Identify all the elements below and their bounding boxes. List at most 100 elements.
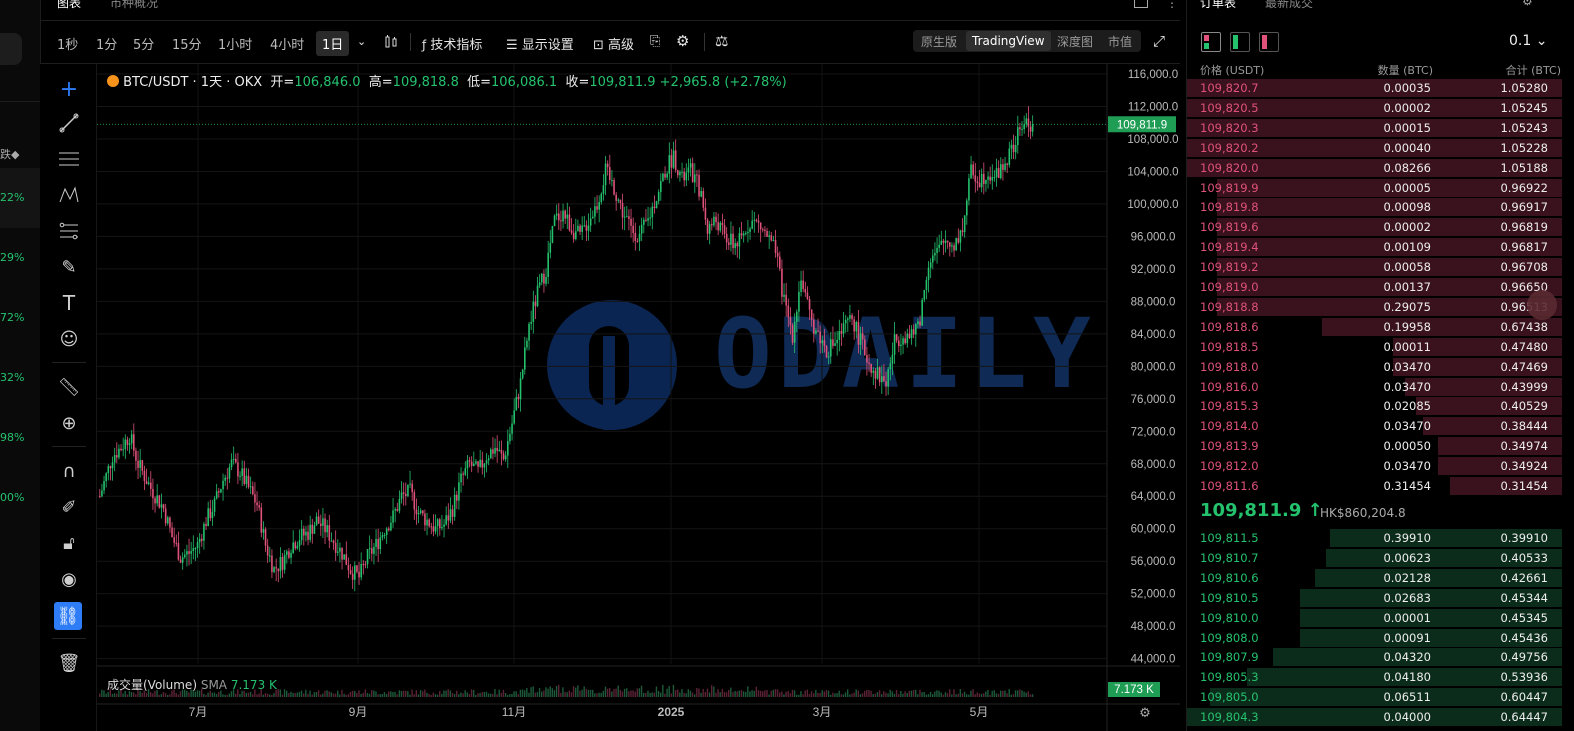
view-native[interactable]: 原生版 — [921, 33, 957, 50]
change-pct: 00% — [0, 491, 25, 504]
bid-row[interactable]: 109,810.6 0.02128 0.42661 — [1187, 568, 1562, 588]
candle-body — [602, 185, 605, 194]
ask-row[interactable]: 109,818.5 0.00011 0.47480 — [1187, 337, 1562, 357]
pencil-lock-icon[interactable]: ✐ — [56, 494, 82, 520]
timeframe-1h[interactable]: 1小时 — [218, 34, 252, 53]
bid-row[interactable]: 109,805.0 0.06511 0.60447 — [1187, 687, 1562, 707]
ask-row[interactable]: 109,820.7 0.00035 1.05280 — [1187, 78, 1562, 98]
gear-icon[interactable]: ⚙ — [676, 32, 689, 50]
ask-row[interactable]: 109,820.2 0.00040 1.05228 — [1187, 138, 1562, 158]
settings-icon[interactable]: ⚙ — [1522, 0, 1533, 8]
floating-badge[interactable] — [1527, 290, 1557, 320]
bid-row[interactable]: 109,805.3 0.04180 0.53936 — [1187, 667, 1562, 687]
tab-trades[interactable]: 最新成交 — [1265, 0, 1313, 11]
more-icon[interactable]: ⋮ — [1166, 0, 1178, 10]
ask-row[interactable]: 109,819.2 0.00058 0.96708 — [1187, 257, 1562, 277]
trash-icon[interactable]: 🗑︎ — [56, 650, 82, 676]
candle-body — [776, 252, 779, 257]
lock-icon[interactable]: 🔓︎ — [56, 530, 82, 556]
search-pill[interactable] — [0, 33, 22, 65]
fib-icon[interactable] — [56, 218, 82, 244]
ask-row[interactable]: 109,818.0 0.03470 0.47469 — [1187, 357, 1562, 377]
ask-row[interactable]: 109,819.6 0.00002 0.96819 — [1187, 217, 1562, 237]
ask-row[interactable]: 109,820.3 0.00015 1.05243 — [1187, 118, 1562, 138]
bid-row[interactable]: 109,810.0 0.00001 0.45345 — [1187, 608, 1562, 628]
candle-body — [445, 515, 447, 525]
tick-size-select[interactable]: 0.1 ⌄ — [1509, 33, 1547, 49]
ask-row[interactable]: 109,812.0 0.03470 0.34924 — [1187, 456, 1562, 476]
timeframe-1s[interactable]: 1秒 — [57, 34, 78, 53]
candle-body — [927, 267, 930, 280]
ask-row[interactable]: 109,813.9 0.00050 0.34974 — [1187, 436, 1562, 456]
volume-bar — [970, 690, 972, 697]
view-tradingview[interactable]: TradingView — [966, 31, 1051, 51]
scale-icon[interactable]: ⚖ — [715, 32, 728, 50]
crosshair-icon[interactable]: + — [56, 76, 82, 102]
tab-chart[interactable]: 图表 — [57, 0, 81, 11]
candle-body — [432, 526, 435, 532]
expand-icon[interactable]: ⤢ — [1153, 32, 1165, 50]
ruler-icon[interactable]: 📏︎ — [56, 374, 82, 400]
ask-row[interactable]: 109,811.6 0.31454 0.31454 — [1187, 476, 1562, 496]
ask-row[interactable]: 109,819.9 0.00005 0.96922 — [1187, 178, 1562, 198]
bid-row[interactable]: 109,810.7 0.00623 0.40533 — [1187, 548, 1562, 568]
view-marketcap[interactable]: 市值 — [1108, 33, 1132, 50]
candle-body — [252, 486, 254, 495]
bid-row[interactable]: 109,811.5 0.39910 0.39910 — [1187, 528, 1562, 548]
volume-bar — [377, 694, 379, 697]
bids-only-icon[interactable] — [1230, 32, 1250, 52]
ask-row[interactable]: 109,815.3 0.02085 0.40529 — [1187, 396, 1562, 416]
ask-row[interactable]: 109,816.0 0.03470 0.43999 — [1187, 377, 1562, 397]
link-icon[interactable]: ⛓ — [54, 602, 82, 630]
bid-row[interactable]: 109,808.0 0.00091 0.45436 — [1187, 628, 1562, 648]
timeframe-4h[interactable]: 4小时 — [270, 34, 304, 53]
bid-row[interactable]: 109,807.9 0.04320 0.49756 — [1187, 647, 1562, 667]
advanced-button[interactable]: ⊡ 高级 — [593, 34, 634, 53]
horizontal-lines-icon[interactable] — [56, 146, 82, 172]
ask-row[interactable]: 109,819.4 0.00109 0.96817 — [1187, 237, 1562, 257]
volume-bar — [959, 689, 962, 697]
chart-area[interactable]: ODAILY 116,000.0 112,000.0 108,000.0 104,00… — [97, 64, 1180, 731]
text-icon[interactable]: T — [56, 290, 82, 316]
ask-row[interactable]: 109,820.5 0.00002 1.05245 — [1187, 98, 1562, 118]
timeframe-1m[interactable]: 1分 — [96, 34, 117, 53]
pattern-icon[interactable] — [56, 182, 82, 208]
ask-row[interactable]: 109,814.0 0.03470 0.38444 — [1187, 416, 1562, 436]
ask-row[interactable]: 109,819.8 0.00098 0.96917 — [1187, 197, 1562, 217]
fullscreen-icon[interactable] — [1134, 0, 1148, 8]
ask-row[interactable]: 109,820.0 0.08266 1.05188 — [1187, 158, 1562, 178]
both-sides-icon[interactable] — [1201, 32, 1221, 52]
y-tick-label: 100,000.0 — [1127, 199, 1178, 211]
candle-type-icon[interactable] — [383, 34, 399, 54]
timeframe-5m[interactable]: 5分 — [133, 34, 154, 53]
timeframe-15m[interactable]: 15分 — [172, 34, 202, 53]
view-depth[interactable]: 深度图 — [1057, 33, 1093, 50]
volume-bar — [519, 689, 522, 697]
brush-icon[interactable]: ✎ — [56, 254, 82, 280]
emoji-icon[interactable]: ☺ — [56, 326, 82, 352]
indicators-button[interactable]: ƒ 技术指标 — [422, 34, 482, 53]
change-sort-header[interactable]: 跌◆ — [0, 146, 19, 162]
eye-icon[interactable]: ◉ — [56, 566, 82, 592]
magnet-icon[interactable]: ∩ — [56, 458, 82, 484]
tab-orderbook[interactable]: 订单表 — [1200, 0, 1236, 11]
timeframe-1d[interactable]: 1日 — [316, 31, 350, 56]
y-tick-label: 48,000.0 — [1131, 621, 1176, 633]
tab-overview[interactable]: 市种概况 — [110, 0, 158, 11]
candle-body — [564, 210, 566, 219]
snapshot-icon[interactable]: ⎘ — [650, 34, 660, 49]
zoom-in-icon[interactable]: ⊕ — [56, 410, 82, 436]
bid-row[interactable]: 109,804.3 0.04000 0.64447 — [1187, 707, 1562, 727]
qty-cell: 0.00002 — [1383, 220, 1431, 235]
volume-bar — [1010, 694, 1013, 697]
asks-only-icon[interactable] — [1259, 32, 1279, 52]
ask-row[interactable]: 109,818.6 0.19958 0.67438 — [1187, 317, 1562, 337]
candlestick-chart[interactable]: 116,000.0 112,000.0 108,000.0 104,000.0 100,… — [97, 64, 1180, 731]
bid-row[interactable]: 109,810.5 0.02683 0.45344 — [1187, 588, 1562, 608]
display-settings-button[interactable]: ☰ 显示设置 — [506, 34, 574, 53]
timeframe-dropdown-icon[interactable]: ⌄ — [357, 35, 366, 48]
ask-row[interactable]: 109,818.8 0.29075 0.96513 — [1187, 297, 1562, 317]
x-tick-label: 7月 — [189, 705, 208, 719]
trendline-icon[interactable] — [56, 110, 82, 136]
ask-row[interactable]: 109,819.0 0.00137 0.96650 — [1187, 277, 1562, 297]
